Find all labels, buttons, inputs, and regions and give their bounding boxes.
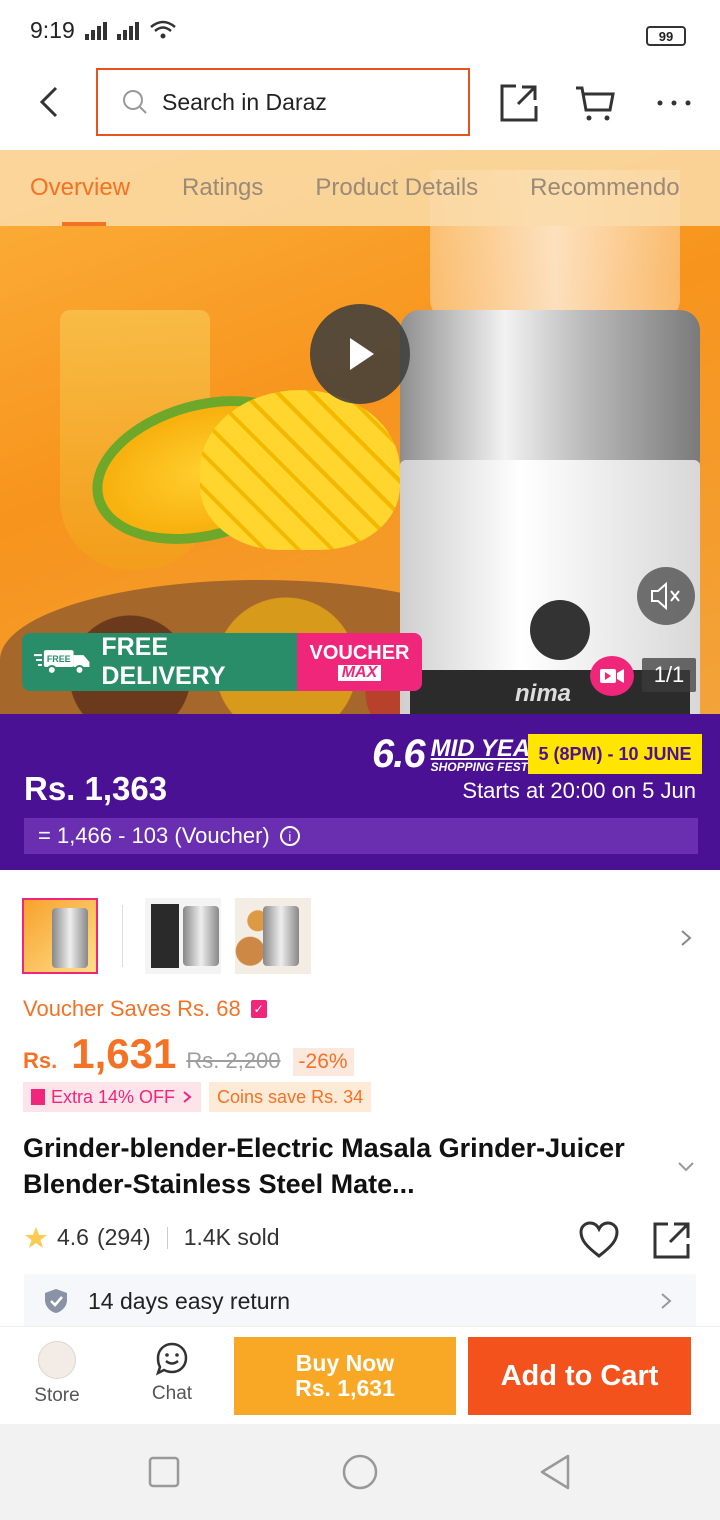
status-time: 9:19	[30, 16, 75, 43]
chat-button[interactable]: Chat	[137, 1341, 207, 1405]
price-line: Rs. 1,631 Rs. 2,200 -26%	[23, 1030, 354, 1078]
play-icon	[350, 338, 374, 370]
voucher-label: VOUCHER	[309, 642, 410, 664]
return-policy-row[interactable]: 14 days easy return	[24, 1274, 696, 1328]
voucher-saves-text: Voucher Saves Rs. 68	[23, 996, 241, 1021]
top-header: Search in Daraz	[0, 60, 720, 150]
play-video-button[interactable]	[310, 304, 410, 404]
video-icon	[600, 669, 624, 683]
tab-recommended[interactable]: Recommendo	[530, 174, 679, 202]
home-icon[interactable]	[340, 1452, 380, 1492]
return-policy-text: 14 days easy return	[88, 1287, 291, 1314]
cart-icon[interactable]	[574, 82, 616, 124]
thumbnail-2[interactable]	[145, 898, 221, 974]
product-price: 1,631	[71, 1030, 177, 1077]
battery-icon: 99	[646, 26, 686, 46]
heart-icon[interactable]	[578, 1220, 620, 1260]
sold-count: 1.4K sold	[183, 1224, 280, 1250]
mute-icon	[651, 581, 680, 611]
campaign-number: 6.6	[372, 732, 426, 776]
chat-label: Chat	[151, 1383, 193, 1404]
shield-icon	[45, 1289, 67, 1313]
android-navigation-bar	[0, 1424, 720, 1520]
extra-off-text: Extra 14% OFF	[51, 1086, 176, 1107]
rating-row[interactable]: 4.6 (294) 1.4K sold	[23, 1224, 280, 1251]
search-icon	[123, 90, 147, 114]
rating-count: (294)	[96, 1224, 151, 1250]
share-icon[interactable]	[652, 1220, 692, 1260]
store-button[interactable]: Store	[22, 1341, 92, 1407]
buy-now-label: Buy Now	[295, 1350, 395, 1376]
promo-row: Extra 14% OFF Coins save Rs. 34	[23, 1082, 372, 1112]
mute-button[interactable]	[637, 567, 695, 625]
buy-now-price: Rs. 1,631	[295, 1375, 395, 1401]
original-price: Rs. 2,200	[186, 1048, 281, 1073]
thumbnail-3[interactable]	[235, 898, 311, 974]
campaign-logo: 6.6 MID YEAR SHOPPING FEST!	[372, 732, 548, 777]
signal-icon	[84, 22, 107, 40]
price-breakdown[interactable]: = 1,466 - 103 (Voucher) i	[24, 818, 698, 854]
free-badge-text: FREE	[47, 654, 71, 664]
bottom-action-bar: Store Chat Buy Now Rs. 1,631 Add to Cart	[0, 1326, 720, 1424]
chevron-right-icon	[183, 1091, 192, 1103]
thumbnail-strip	[22, 898, 311, 974]
campaign-price: Rs. 1,363	[24, 770, 168, 807]
back-icon[interactable]	[30, 82, 70, 122]
search-placeholder: Search in Daraz	[162, 88, 327, 115]
chevron-right-icon	[661, 1293, 672, 1309]
coins-save-text: Coins save Rs. 34	[217, 1086, 364, 1107]
campaign-start-time: Starts at 20:00 on 5 Jun	[462, 778, 696, 803]
more-icon[interactable]	[654, 82, 696, 124]
voucher-saves: Voucher Saves Rs. 68 ✓	[23, 996, 267, 1022]
campaign-banner: 6.6 MID YEAR SHOPPING FEST! 5 (8PM) - 10…	[0, 714, 720, 870]
recent-apps-icon[interactable]	[144, 1452, 184, 1492]
chat-icon	[155, 1342, 188, 1376]
truck-icon: FREE	[34, 650, 90, 675]
campaign-date: 5 (8PM) - 10 JUNE	[528, 734, 702, 774]
voucher-icon: ✓	[250, 1000, 267, 1018]
mango-cubes-graphic	[200, 390, 400, 550]
coins-chip[interactable]: Coins save Rs. 34	[209, 1082, 372, 1112]
signal-icons	[84, 20, 177, 40]
price-breakdown-text: = 1,466 - 103 (Voucher)	[38, 823, 270, 848]
voucher-max-label: MAX	[337, 665, 382, 681]
product-title: Grinder-blender-Electric Masala Grinder-…	[23, 1133, 625, 1199]
chevron-down-icon[interactable]	[676, 1156, 696, 1176]
section-tabs: Overview Ratings Product Details Recomme…	[0, 150, 720, 226]
tab-product-details[interactable]: Product Details	[315, 174, 478, 202]
buy-now-button[interactable]: Buy Now Rs. 1,631	[234, 1337, 456, 1415]
back-nav-icon[interactable]	[536, 1452, 576, 1492]
extra-off-chip[interactable]: Extra 14% OFF	[23, 1082, 202, 1112]
blender-graphic	[400, 170, 700, 714]
status-bar: 9:19 99	[0, 0, 720, 60]
active-tab-indicator	[62, 222, 106, 226]
price-currency: Rs.	[23, 1048, 58, 1073]
star-icon	[25, 1226, 47, 1248]
search-input[interactable]: Search in Daraz	[96, 68, 470, 136]
thumbnail-1[interactable]	[22, 898, 98, 974]
rating-value: 4.6	[57, 1224, 89, 1250]
store-logo-icon	[38, 1341, 76, 1379]
wifi-icon	[149, 20, 176, 39]
video-badge[interactable]	[590, 656, 634, 696]
coupon-icon	[31, 1089, 45, 1105]
image-counter: 1/1	[642, 658, 696, 692]
signal-icon-2	[116, 22, 139, 40]
store-label: Store	[34, 1385, 80, 1406]
tab-overview[interactable]: Overview	[30, 174, 130, 202]
product-image-gallery[interactable]: nima	[0, 150, 720, 714]
tab-ratings[interactable]: Ratings	[182, 174, 263, 202]
share-icon[interactable]	[498, 82, 540, 124]
discount-badge: -26%	[292, 1048, 354, 1076]
info-icon[interactable]: i	[279, 826, 300, 846]
add-to-cart-button[interactable]: Add to Cart	[468, 1337, 691, 1415]
free-delivery-label: FREE DELIVERY	[101, 633, 226, 690]
free-delivery-banner: FREE FREE DELIVERY VOUCHER MAX	[22, 633, 422, 691]
chevron-right-icon[interactable]	[676, 928, 696, 948]
product-brand-text: nima	[515, 680, 572, 707]
